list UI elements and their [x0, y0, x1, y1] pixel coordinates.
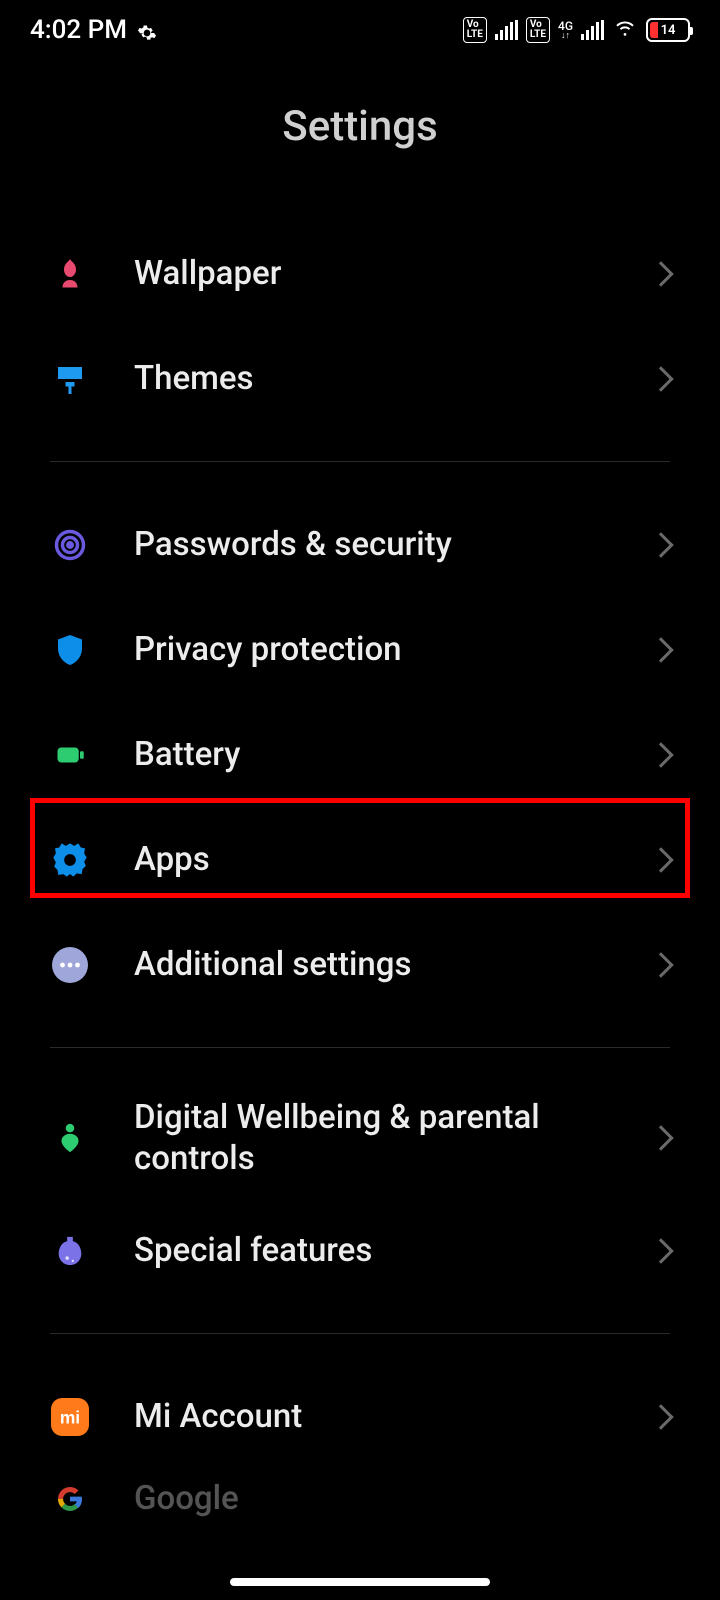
dots-icon [50, 945, 90, 985]
network-label: 4G [558, 20, 573, 32]
brush-icon [50, 359, 90, 399]
item-label: Battery [134, 734, 652, 775]
item-label: Digital Wellbeing & parental controls [134, 1097, 652, 1180]
wifi-icon [612, 15, 638, 45]
settings-item-wellbeing[interactable]: Digital Wellbeing & parental controls [0, 1078, 720, 1198]
signal-icon-1 [495, 20, 518, 40]
item-label: Passwords & security [134, 524, 652, 565]
chevron-right-icon [648, 637, 673, 662]
heart-person-icon [50, 1118, 90, 1158]
status-left: 4:02 PM [30, 15, 157, 45]
divider [50, 1047, 670, 1048]
item-label: Privacy protection [134, 629, 652, 670]
item-label: Mi Account [134, 1396, 652, 1437]
chevron-right-icon [648, 1404, 673, 1429]
chevron-right-icon [648, 532, 673, 557]
settings-item-mi-account[interactable]: mi Mi Account [0, 1364, 720, 1469]
status-time: 4:02 PM [30, 15, 127, 45]
settings-item-google[interactable]: Google [0, 1469, 720, 1529]
chevron-right-icon [648, 366, 673, 391]
home-indicator[interactable] [230, 1578, 490, 1586]
page-title: Settings [0, 102, 720, 151]
chevron-right-icon [648, 1238, 673, 1263]
item-label: Wallpaper [134, 253, 652, 294]
divider [50, 461, 670, 462]
item-label: Apps [134, 839, 652, 880]
chevron-right-icon [648, 742, 673, 767]
signal-icon-2 [581, 20, 604, 40]
tulip-icon [50, 254, 90, 294]
item-label: Special features [134, 1230, 652, 1271]
chevron-right-icon [648, 1125, 673, 1150]
chevron-right-icon [648, 261, 673, 286]
settings-item-additional[interactable]: Additional settings [0, 912, 720, 1017]
svg-text:mi: mi [60, 1407, 80, 1427]
settings-item-special[interactable]: Special features [0, 1198, 720, 1303]
item-label: Google [134, 1478, 670, 1519]
chevron-right-icon [648, 847, 673, 872]
battery-icon: 14 [646, 18, 690, 42]
divider [50, 1333, 670, 1334]
settings-status-icon [137, 20, 157, 40]
settings-item-themes[interactable]: Themes [0, 326, 720, 431]
settings-item-wallpaper[interactable]: Wallpaper [0, 221, 720, 326]
settings-item-apps[interactable]: Apps [0, 807, 720, 912]
gear-icon [50, 840, 90, 880]
google-icon [50, 1479, 90, 1519]
shield-icon [50, 630, 90, 670]
item-label: Additional settings [134, 944, 652, 985]
fingerprint-icon [50, 525, 90, 565]
battery-icon [50, 735, 90, 775]
item-label: Themes [134, 358, 652, 399]
status-bar: 4:02 PM VoLTE VoLTE 4G ↓↑ 14 [0, 0, 720, 60]
status-right: VoLTE VoLTE 4G ↓↑ 14 [463, 15, 690, 45]
volte-icon-2: VoLTE [526, 17, 550, 43]
volte-icon-1: VoLTE [463, 17, 487, 43]
settings-list: Wallpaper Themes Passwords & security Pr… [0, 221, 720, 1529]
settings-item-passwords[interactable]: Passwords & security [0, 492, 720, 597]
chevron-right-icon [648, 952, 673, 977]
mi-icon: mi [50, 1397, 90, 1437]
settings-item-battery[interactable]: Battery [0, 702, 720, 807]
settings-item-privacy[interactable]: Privacy protection [0, 597, 720, 702]
flask-icon [50, 1231, 90, 1271]
